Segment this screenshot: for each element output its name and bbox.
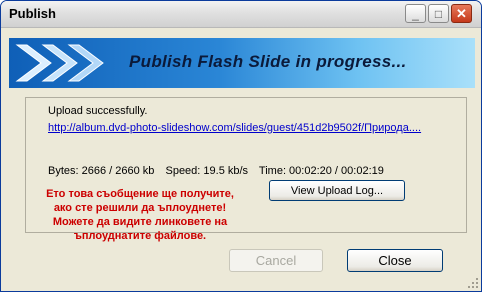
forward-arrows-icon xyxy=(15,44,104,82)
note-line: ако сте решили да ъплоуднете! xyxy=(53,202,227,214)
minimize-icon: _ xyxy=(412,6,419,21)
title-bar[interactable]: Publish _ □ ✕ xyxy=(1,1,481,28)
close-button[interactable]: Close xyxy=(347,249,443,272)
publish-dialog: Publish _ □ ✕ Publish Flash Slide in pro… xyxy=(0,0,482,292)
close-window-button[interactable]: ✕ xyxy=(451,4,472,23)
upload-status-message: Upload successfully. xyxy=(48,105,148,117)
status-panel: Upload successfully. http://album.dvd-ph… xyxy=(25,97,467,242)
cancel-button[interactable]: Cancel xyxy=(229,249,323,272)
progress-banner: Publish Flash Slide in progress... xyxy=(9,38,475,88)
banner-title: Publish Flash Slide in progress... xyxy=(129,52,407,71)
annotation-note: Ето това съобщение ще получите, ако сте … xyxy=(38,187,242,243)
maximize-button[interactable]: □ xyxy=(428,4,449,23)
time-value: Time: 00:02:20 / 00:02:19 xyxy=(258,165,384,177)
note-line: Можете да видите линковете на xyxy=(52,216,228,228)
note-line: Ето това съобщение ще получите, xyxy=(46,188,234,200)
transfer-stats: Bytes: 2666 / 2660 kb Speed: 19.5 kb/s T… xyxy=(48,165,392,177)
speed-value: Speed: 19.5 kb/s xyxy=(165,165,249,177)
bytes-value: Bytes: 2666 / 2660 kb xyxy=(48,165,155,177)
close-icon: ✕ xyxy=(456,5,467,21)
note-line: ъплоуднатите файлове. xyxy=(73,230,207,242)
resize-grip-icon[interactable] xyxy=(467,277,479,289)
window-title: Publish xyxy=(9,6,56,21)
minimize-button[interactable]: _ xyxy=(405,4,426,23)
slide-url-link[interactable]: http://album.dvd-photo-slideshow.com/sli… xyxy=(48,122,421,134)
maximize-icon: □ xyxy=(434,6,443,21)
view-upload-log-button[interactable]: View Upload Log... xyxy=(269,180,405,201)
